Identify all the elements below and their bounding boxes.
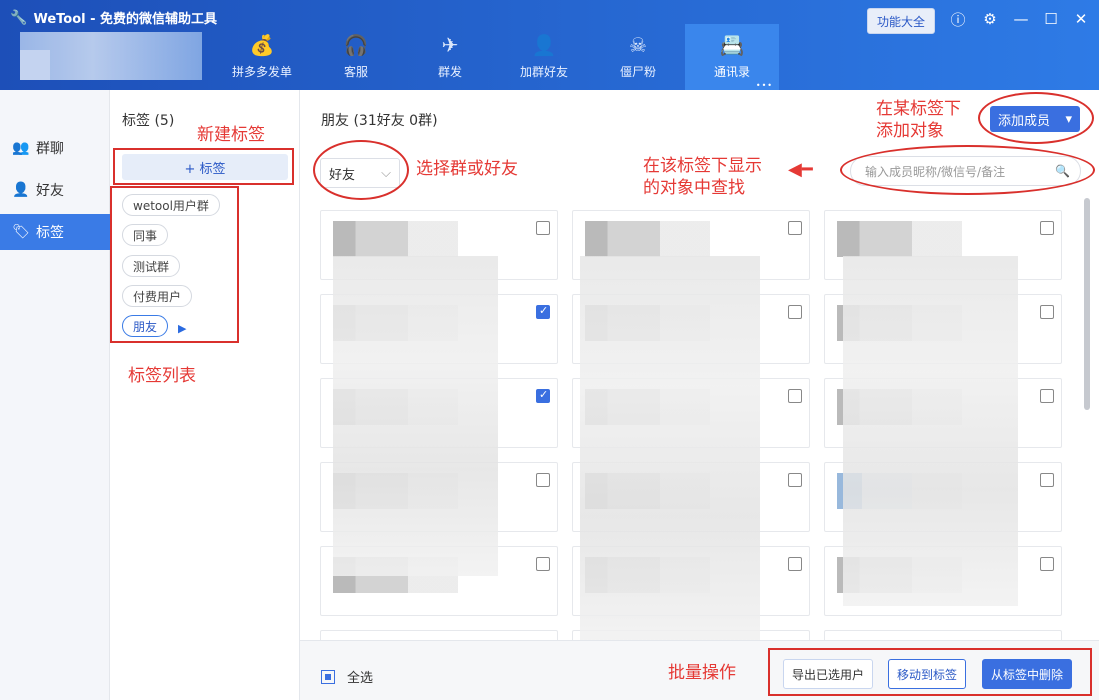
money-bag-icon: 💰 [249, 33, 275, 57]
privacy-blur [843, 256, 1018, 606]
member-checkbox[interactable] [536, 221, 550, 235]
annotation-add-member: 在某标签下 添加对象 [876, 99, 961, 142]
nav-add-group-friend[interactable]: 👤 加群好友 [497, 24, 591, 90]
left-nav-group-chat[interactable]: 👥 群聊 [0, 130, 110, 166]
maximize-icon[interactable]: ☐ [1040, 8, 1062, 30]
annotation-new-tag: 新建标签 [197, 125, 265, 145]
nav-pdd[interactable]: 💰 拼多多发单 [215, 24, 309, 90]
wrench-icon: 🔧 [10, 9, 28, 26]
member-checkbox[interactable] [536, 388, 550, 403]
minimize-icon[interactable]: — [1010, 8, 1032, 30]
member-checkbox[interactable] [788, 305, 802, 319]
nav-contacts[interactable]: 📇 通讯录 [685, 24, 779, 90]
member-checkbox[interactable] [536, 557, 550, 571]
arrow-left-icon: ◀━ [788, 159, 813, 180]
help-icon[interactable]: ⓘ [947, 8, 969, 30]
title-bar: 🔧 WeTool - 免费的微信辅助工具 💰 拼多多发单 🎧 客服 ✈ 群发 👤 加群好… [0, 0, 1099, 90]
member-card[interactable] [320, 630, 558, 640]
annotation-tag-list: 标签列表 [128, 366, 196, 386]
annotation-circle-filter [313, 140, 409, 200]
nav-customer-service[interactable]: 🎧 客服 [309, 24, 403, 90]
friend-icon: 👤 [12, 182, 30, 198]
member-checkbox[interactable] [788, 221, 802, 235]
member-grid [300, 200, 1099, 640]
user-avatar [20, 32, 202, 80]
left-nav-friends[interactable]: 👤 好友 [0, 172, 110, 208]
member-checkbox[interactable] [536, 473, 550, 487]
annotation-batch: 批量操作 [668, 663, 736, 683]
annotation-box-add-tag [113, 148, 294, 185]
annotation-search-hint: 在该标签下显示 的对象中查找 [643, 156, 762, 199]
nav-zombie-fans[interactable]: ☠ 僵尸粉 [591, 24, 685, 90]
member-checkbox[interactable] [1040, 557, 1054, 571]
add-friend-icon: 👤 [531, 33, 557, 57]
annotation-box-tag-list [110, 186, 239, 343]
tag-count-header: 标签 (5) [122, 113, 175, 129]
annotation-circle-search [840, 145, 1095, 195]
nav-mass-send[interactable]: ✈ 群发 [403, 24, 497, 90]
app-title: 🔧 WeTool - 免费的微信辅助工具 [10, 8, 218, 28]
member-checkbox[interactable] [788, 473, 802, 487]
member-checkbox[interactable] [788, 557, 802, 571]
page-title: 朋友 (31好友 0群) [321, 113, 438, 129]
member-checkbox[interactable] [788, 389, 802, 403]
vertical-scrollbar[interactable] [1084, 198, 1090, 410]
feature-list-button[interactable]: 功能大全 [867, 8, 935, 34]
headset-icon: 🎧 [343, 33, 369, 57]
tag-icon: 🏷 [12, 224, 30, 240]
privacy-blur [333, 256, 498, 576]
member-checkbox[interactable] [1040, 305, 1054, 319]
annotation-box-batch [768, 648, 1092, 696]
member-checkbox[interactable] [1040, 473, 1054, 487]
skull-icon: ☠ [629, 33, 647, 57]
select-all-checkbox[interactable]: 全选 [321, 667, 373, 686]
annotation-circle-add-member [978, 92, 1094, 144]
member-checkbox[interactable] [1040, 389, 1054, 403]
contacts-icon: 📇 [719, 33, 745, 57]
member-checkbox[interactable] [1040, 221, 1054, 235]
gear-icon[interactable]: ⚙ [979, 8, 1001, 30]
group-chat-icon: 👥 [12, 140, 30, 156]
member-checkbox[interactable] [536, 304, 550, 319]
left-nav-tags[interactable]: 🏷 标签 [0, 214, 110, 250]
left-nav: 👥 群聊 👤 好友 🏷 标签 [0, 90, 110, 700]
app-title-text: WeTool - 免费的微信辅助工具 [33, 12, 218, 27]
paper-plane-icon: ✈ [441, 33, 459, 57]
member-card[interactable] [824, 630, 1062, 640]
top-nav: 💰 拼多多发单 🎧 客服 ✈ 群发 👤 加群好友 ☠ 僵尸粉 📇 通讯录 [215, 24, 779, 90]
close-icon[interactable]: ✕ [1070, 8, 1092, 30]
annotation-select: 选择群或好友 [416, 159, 518, 179]
privacy-blur [580, 256, 760, 640]
